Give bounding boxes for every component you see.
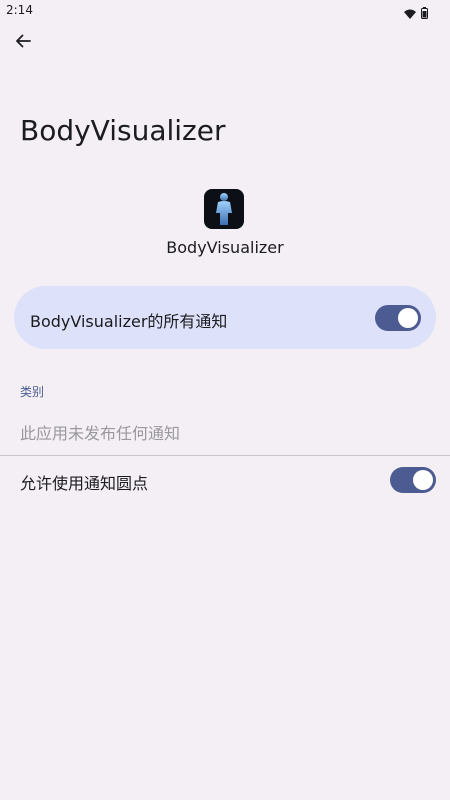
switch-thumb [398,308,418,328]
app-name: BodyVisualizer [166,238,284,257]
status-time: 2:14 [6,3,33,17]
all-notifications-switch[interactable] [375,305,421,331]
wifi-icon [404,4,416,23]
no-notifications-message: 此应用未发布任何通知 [20,424,181,443]
all-notifications-toggle-row[interactable]: BodyVisualizer的所有通知 [14,286,436,349]
divider [0,455,450,456]
status-bar: 2:14 [0,0,450,22]
battery-icon [421,4,428,23]
body-figure-icon [209,189,239,229]
switch-thumb [413,470,433,490]
arrow-left-icon [15,33,31,53]
categories-header: 类别 [20,385,45,399]
back-button[interactable] [8,28,38,58]
notification-dots-switch[interactable] [390,467,436,493]
page-title: BodyVisualizer [20,114,226,147]
notification-dots-label: 允许使用通知圆点 [20,474,149,493]
all-notifications-label: BodyVisualizer的所有通知 [30,312,228,331]
status-icons [404,4,428,23]
app-icon [204,189,244,229]
